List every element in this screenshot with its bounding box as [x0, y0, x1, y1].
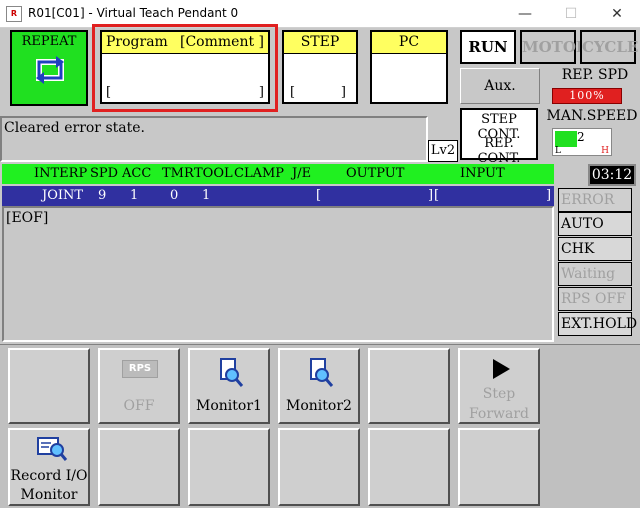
pc-label: PC	[372, 32, 446, 54]
step-forward-button[interactable]: Step Forward	[458, 348, 540, 424]
rps-icon: RPS	[122, 360, 158, 378]
step-box[interactable]: STEP [ ]	[282, 30, 358, 104]
record-io-monitor-button[interactable]: Record I/O Monitor	[8, 428, 90, 506]
motor-button[interactable]: MOTOR	[520, 30, 588, 64]
col-je: J/E	[292, 166, 312, 181]
status-rps-off[interactable]: RPS OFF	[558, 287, 632, 311]
col-spd: SPD	[90, 166, 119, 181]
cell-acc: 1	[130, 188, 139, 203]
cell-input-open: [	[434, 188, 440, 203]
cell-output-open: [	[316, 188, 322, 203]
level-indicator[interactable]: Lv2	[428, 140, 458, 162]
man-speed-low: L	[555, 146, 561, 156]
repeat-label: REPEAT	[21, 34, 77, 49]
man-speed-value: 2	[577, 130, 585, 144]
monitor-search-icon	[310, 358, 334, 387]
col-interp: INTERP	[34, 166, 88, 181]
cont-panel[interactable]: STEP CONT. REP. CONT.	[460, 108, 538, 166]
program-bracket-close: ]	[258, 85, 264, 100]
rps-off-label: OFF	[123, 398, 155, 414]
step-label: Step	[482, 386, 516, 402]
step-bracket-close: ]	[340, 85, 346, 100]
message-panel: Cleared error state.	[0, 116, 428, 162]
monitor1-button[interactable]: Monitor1	[188, 348, 270, 424]
step-label: STEP	[284, 32, 356, 54]
aux-button[interactable]: Aux.	[460, 68, 540, 104]
fkey-8[interactable]	[98, 428, 180, 506]
col-tool: TOOL	[194, 166, 233, 181]
program-box[interactable]: Program [Comment ] [ ]	[100, 30, 270, 104]
rep-spd-label: REP. SPD	[561, 67, 629, 83]
app-icon: R	[6, 6, 22, 22]
rep-cont-label: REP. CONT.	[477, 136, 521, 166]
cell-input-close: ]	[546, 188, 552, 203]
close-button[interactable]: ✕	[594, 0, 640, 28]
status-check-once[interactable]: CHK once	[558, 237, 632, 279]
step-bracket-open: [	[290, 85, 296, 100]
cell-output-close: ]	[428, 188, 434, 203]
monitor-search-icon	[220, 358, 244, 387]
cell-tmr: 0	[170, 188, 179, 203]
fkey-1[interactable]	[8, 348, 90, 424]
repeat-icon	[36, 56, 64, 84]
program-bracket-open: [	[106, 85, 112, 100]
program-listing[interactable]: [EOF]	[2, 206, 554, 342]
fkey-9[interactable]	[188, 428, 270, 506]
program-header: Program [Comment ]	[102, 32, 268, 54]
monitor2-button[interactable]: Monitor2	[278, 348, 360, 424]
col-input: INPUT	[460, 166, 505, 181]
table-header: INTERP SPD ACC TMR TOOL CLAMP J/E OUTPUT…	[2, 164, 554, 184]
pc-box[interactable]: PC	[370, 30, 448, 104]
monitor-label: Monitor	[20, 487, 78, 503]
status-auto[interactable]: AUTO	[558, 212, 632, 236]
comment-label: [Comment ]	[180, 34, 264, 50]
fkey-11[interactable]	[368, 428, 450, 506]
forward-label: Forward	[468, 406, 530, 422]
col-acc: ACC	[122, 166, 152, 181]
rep-spd-value: 100%	[552, 88, 622, 104]
minimize-button[interactable]: —	[502, 0, 548, 28]
fkey-5[interactable]	[368, 348, 450, 424]
monitor1-label: Monitor1	[196, 398, 262, 414]
man-speed-fill	[555, 131, 577, 147]
program-label: Program	[106, 34, 168, 50]
record-label: Record I/O	[10, 468, 88, 484]
program-line: [EOF]	[6, 210, 49, 226]
status-error[interactable]: ERROR	[558, 188, 632, 212]
run-button[interactable]: RUN	[460, 30, 516, 64]
man-speed-gauge[interactable]: 2 L H	[552, 128, 612, 156]
message-text: Cleared error state.	[4, 120, 145, 136]
fkey-12[interactable]	[458, 428, 540, 506]
window-title: R01[C01] - Virtual Teach Pendant 0	[28, 6, 239, 20]
clock: 03:12	[588, 164, 636, 186]
col-tmr: TMR	[162, 166, 194, 181]
repeat-mode-button[interactable]: REPEAT	[10, 30, 88, 106]
man-speed-label: MAN.SPEED	[546, 108, 638, 124]
cycle-button[interactable]: CYCLE	[580, 30, 638, 64]
monitor2-label: Monitor2	[286, 398, 352, 414]
table-row[interactable]: JOINT 9 1 0 1 [ ] [ ]	[2, 186, 554, 206]
fkey-10[interactable]	[278, 428, 360, 506]
man-speed-high: H	[601, 146, 609, 156]
status-ext-hold[interactable]: EXT.HOLD	[558, 312, 637, 336]
rps-off-button[interactable]: RPS OFF	[98, 348, 180, 424]
maximize-button[interactable]: ☐	[548, 0, 594, 28]
record-monitor-icon	[37, 437, 68, 461]
cell-interp: JOINT	[42, 188, 84, 203]
col-output: OUTPUT	[346, 166, 405, 181]
status-waiting[interactable]: Waiting	[558, 262, 632, 286]
play-icon	[493, 359, 510, 379]
cell-spd: 9	[98, 188, 107, 203]
cell-tool: 1	[202, 188, 211, 203]
col-clamp: CLAMP	[234, 166, 285, 181]
